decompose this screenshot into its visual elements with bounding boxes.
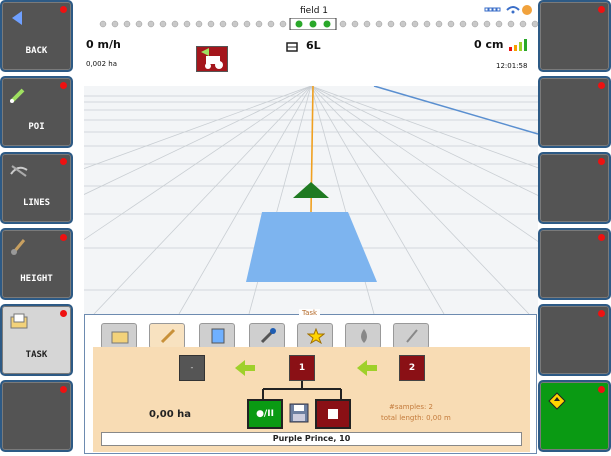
right-button-3[interactable]	[538, 152, 611, 224]
task-panel-title: Task	[299, 309, 321, 317]
tab-drop[interactable]	[345, 323, 381, 349]
height-button[interactable]: HEIGHT	[0, 228, 73, 300]
tab-shovel[interactable]	[393, 323, 429, 349]
pencil-icon	[159, 328, 177, 344]
stop-button[interactable]	[315, 399, 351, 429]
task-icon	[10, 313, 28, 329]
back-arrow-icon	[12, 11, 22, 25]
section-icon	[286, 42, 298, 52]
task-body: - 1 2 0,00 ha ●/II #samples: 2 total len…	[93, 347, 530, 452]
height-label: HEIGHT	[20, 274, 53, 284]
area-readout: 0,002 ha	[86, 60, 117, 68]
task-area: 0,00 ha	[149, 409, 192, 420]
back-button[interactable]: BACK	[0, 0, 73, 72]
lines-label: LINES	[22, 198, 51, 208]
wrench-icon	[259, 328, 277, 344]
record-pause-button[interactable]: ●/II	[247, 399, 283, 429]
shovel-icon	[403, 328, 421, 344]
status-dot	[60, 386, 67, 393]
connection-icons	[484, 5, 532, 15]
task-label: TASK	[25, 350, 48, 360]
right-button-2[interactable]	[538, 76, 611, 148]
status-dot	[598, 6, 605, 13]
speed-readout: 0 m/h	[86, 38, 121, 51]
arrow-left-icon	[235, 360, 255, 376]
right-button-5[interactable]	[538, 304, 611, 376]
total-length: total length: 0,00 m	[381, 414, 451, 422]
gps-icon	[522, 5, 532, 15]
section-label: 6L	[306, 39, 321, 52]
status-dot	[598, 310, 605, 317]
wifi-icon	[506, 6, 520, 11]
star-icon	[306, 327, 326, 345]
status-dot	[598, 82, 605, 89]
stop-icon	[328, 409, 338, 419]
field-view[interactable]	[84, 86, 538, 314]
right-button-4[interactable]	[538, 228, 611, 300]
status-dot	[60, 6, 67, 13]
height-shovel-icon	[11, 239, 26, 255]
lines-icon	[10, 165, 28, 177]
poi-button[interactable]: POI	[0, 76, 73, 148]
status-dot	[598, 386, 605, 393]
back-label: BACK	[25, 46, 48, 56]
folder-icon	[111, 328, 129, 344]
tab-notes[interactable]	[199, 323, 235, 349]
compass-button[interactable]	[538, 380, 611, 452]
node-middle[interactable]: 1	[289, 355, 315, 381]
node-left[interactable]: -	[179, 355, 205, 381]
status-dot	[598, 234, 605, 241]
clock: 12:01:58	[496, 62, 528, 70]
section-indicator-row	[99, 18, 539, 30]
signal-bars-icon	[509, 39, 527, 51]
node-right[interactable]: 2	[399, 355, 425, 381]
compass-diamond-icon	[548, 392, 566, 410]
perspective-grid	[84, 86, 538, 314]
save-icon[interactable]	[289, 403, 309, 423]
status-dot	[60, 82, 67, 89]
empty-left-button[interactable]	[0, 380, 73, 452]
samples-count: #samples: 2	[389, 403, 433, 411]
tab-pencil[interactable]	[149, 323, 185, 349]
notes-icon	[209, 328, 227, 344]
lines-button[interactable]: LINES	[0, 152, 73, 224]
field-name: field 1	[300, 6, 329, 16]
tab-star[interactable]	[297, 323, 333, 349]
poi-pen-icon	[10, 88, 25, 103]
drop-icon	[355, 328, 373, 344]
status-dot	[60, 310, 67, 317]
offset-readout: 0 cm	[474, 38, 504, 51]
task-panel: Task - 1 2 0,00 ha ●/II #samples: 2 tota…	[84, 309, 537, 454]
tab-folder[interactable]	[101, 323, 137, 349]
arrow-left-icon	[357, 360, 377, 376]
status-dot	[598, 158, 605, 165]
product-field[interactable]: Purple Prince, 10	[101, 432, 522, 446]
status-dot	[60, 234, 67, 241]
tree-connector	[262, 381, 342, 399]
poi-label: POI	[28, 122, 45, 132]
task-button[interactable]: TASK	[0, 304, 73, 376]
tractor-icon[interactable]	[196, 46, 228, 72]
right-button-1[interactable]	[538, 0, 611, 72]
tab-wrench[interactable]	[249, 323, 285, 349]
status-header: field 1 0 m/h 0,002 ha 6L 0 cm 12:01:58	[78, 0, 539, 86]
status-dot	[60, 158, 67, 165]
